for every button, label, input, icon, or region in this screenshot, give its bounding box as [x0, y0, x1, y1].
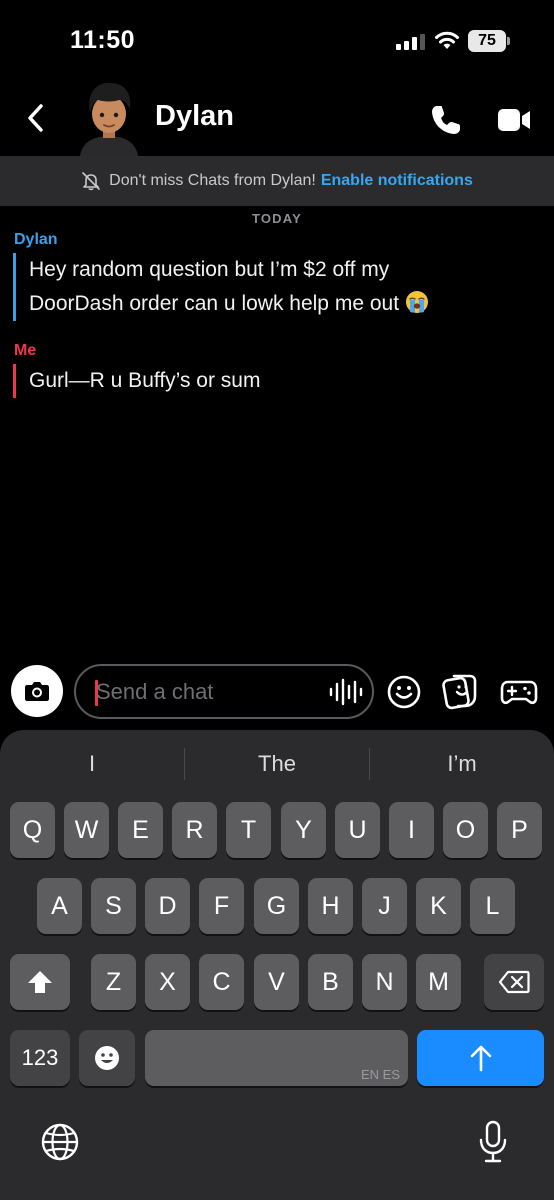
camera-button[interactable] — [11, 665, 63, 717]
status-time: 11:50 — [70, 26, 136, 54]
key-z[interactable]: Z — [91, 954, 136, 1010]
microphone-icon[interactable] — [478, 1120, 508, 1164]
wifi-icon — [435, 31, 459, 49]
key-s[interactable]: S — [91, 878, 136, 934]
camera-icon — [25, 682, 49, 701]
chevron-left-icon[interactable] — [22, 100, 50, 136]
space-key[interactable]: EN ES — [145, 1030, 408, 1086]
suggestion-item[interactable]: I’m — [370, 746, 554, 782]
key-o[interactable]: O — [443, 802, 488, 858]
arrow-up-icon — [470, 1045, 491, 1072]
message-line: DoorDash order can u lowk help me out — [29, 292, 400, 315]
message-text[interactable]: Gurl—R u Buffy’s or sum — [13, 364, 260, 398]
status-bar: 11:50 75 — [0, 0, 554, 80]
key-d[interactable]: D — [145, 878, 190, 934]
key-m[interactable]: M — [416, 954, 461, 1010]
key-y[interactable]: Y — [281, 802, 326, 858]
key-c[interactable]: C — [199, 954, 244, 1010]
emoji-icon — [95, 1046, 119, 1070]
game-controller-icon[interactable] — [500, 674, 538, 710]
key-e[interactable]: E — [118, 802, 163, 858]
message-line-2: DoorDash order can u lowk help me out — [29, 287, 533, 321]
chat-input[interactable]: Send a chat — [74, 664, 374, 719]
avatar[interactable] — [74, 78, 144, 156]
notification-banner: Don't miss Chats from Dylan! Enable noti… — [0, 156, 554, 206]
key-j[interactable]: J — [362, 878, 407, 934]
battery-level: 75 — [468, 30, 506, 52]
key-l[interactable]: L — [470, 878, 515, 934]
key-b[interactable]: B — [308, 954, 353, 1010]
message-sender: Me — [14, 342, 37, 359]
banner-text: Don't miss Chats from Dylan! — [109, 172, 316, 189]
chat-input-placeholder: Send a chat — [96, 679, 214, 704]
suggestion-item[interactable]: The — [185, 746, 369, 782]
bell-off-icon — [82, 172, 100, 191]
smiley-icon[interactable] — [386, 674, 422, 710]
suggestion-item[interactable]: I — [0, 746, 184, 782]
send-key[interactable] — [417, 1030, 544, 1086]
date-separator: TODAY — [251, 211, 303, 226]
shift-key[interactable] — [10, 954, 70, 1010]
key-r[interactable]: R — [172, 802, 217, 858]
message-sender: Dylan — [14, 231, 58, 248]
delete-key[interactable] — [484, 954, 544, 1010]
contact-name[interactable]: Dylan — [155, 100, 234, 133]
voice-waveform-icon[interactable] — [328, 678, 364, 706]
message-text[interactable]: Hey random question but I’m $2 off my Do… — [13, 253, 533, 321]
key-i[interactable]: I — [389, 802, 434, 858]
key-n[interactable]: N — [362, 954, 407, 1010]
suggestion-bar: I The I’m — [0, 746, 554, 782]
key-a[interactable]: A — [37, 878, 82, 934]
battery-indicator: 75 — [468, 30, 510, 52]
emoji-key[interactable] — [79, 1030, 135, 1086]
key-q[interactable]: Q — [10, 802, 55, 858]
numbers-key[interactable]: 123 — [10, 1030, 70, 1086]
key-h[interactable]: H — [308, 878, 353, 934]
key-t[interactable]: T — [226, 802, 271, 858]
enable-notifications-link[interactable]: Enable notifications — [321, 172, 473, 190]
key-k[interactable]: K — [416, 878, 461, 934]
globe-icon[interactable] — [40, 1122, 80, 1162]
sticker-icon[interactable] — [442, 672, 478, 710]
battery-tip — [507, 37, 510, 45]
cellular-signal-icon — [396, 34, 425, 50]
space-language-label: EN ES — [360, 1067, 400, 1082]
phone-icon[interactable] — [428, 102, 464, 138]
key-f[interactable]: F — [199, 878, 244, 934]
shift-arrow-icon — [28, 971, 52, 993]
loudly-crying-face-icon — [406, 291, 429, 313]
key-g[interactable]: G — [254, 878, 299, 934]
key-u[interactable]: U — [335, 802, 380, 858]
video-camera-icon[interactable] — [496, 105, 532, 135]
key-p[interactable]: P — [497, 802, 542, 858]
key-x[interactable]: X — [145, 954, 190, 1010]
message-line: Hey random question but I’m $2 off my — [29, 258, 390, 281]
key-v[interactable]: V — [254, 954, 299, 1010]
key-w[interactable]: W — [64, 802, 109, 858]
chat-header: Dylan — [0, 80, 554, 156]
backspace-icon — [498, 970, 530, 994]
